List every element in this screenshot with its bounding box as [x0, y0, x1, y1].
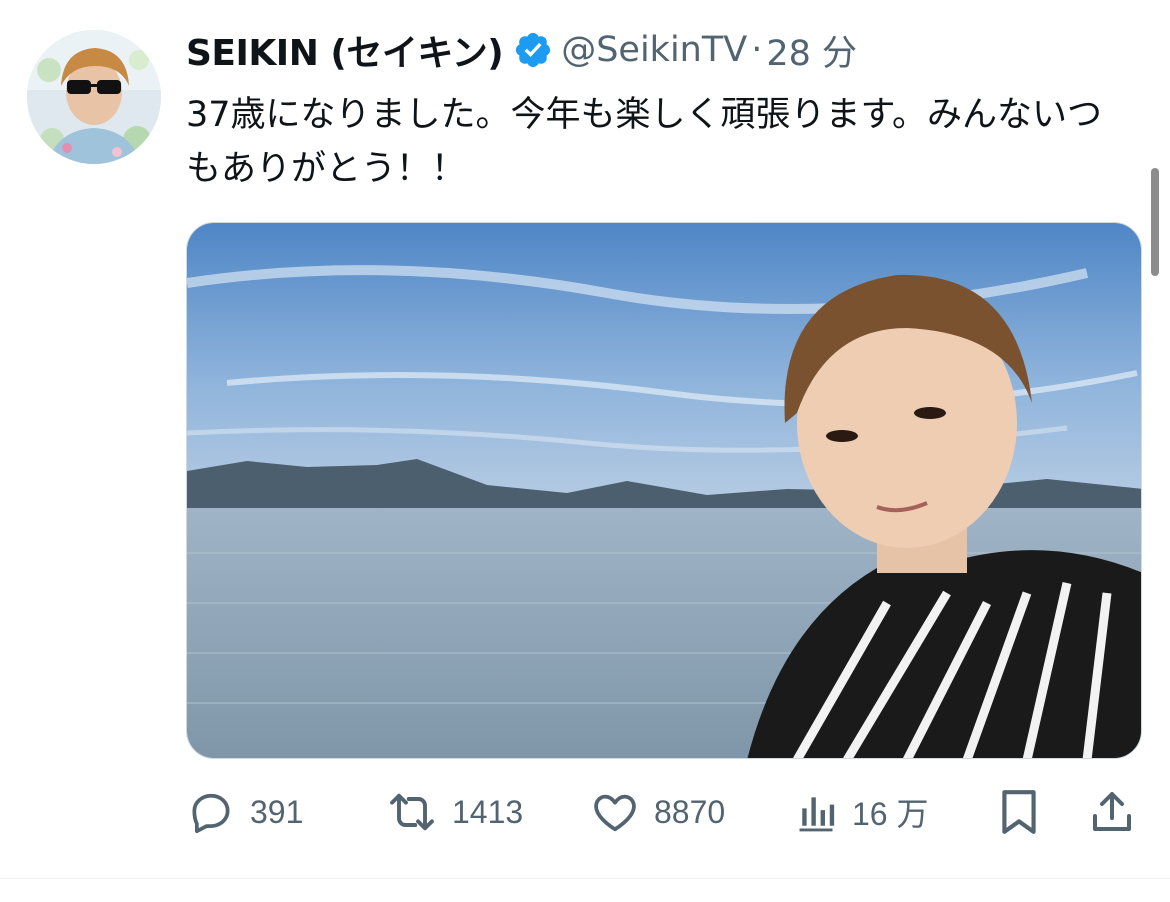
photo-image	[187, 223, 1141, 758]
separator-dot: ·	[751, 30, 763, 70]
tweet-text: 37歳になりました。今年も楽しく頑張ります。みんないつもありがとう！！	[186, 95, 1103, 189]
handle[interactable]: @SeikinTV	[561, 30, 747, 70]
reply-button[interactable]: 391	[186, 783, 303, 841]
reply-count: 391	[250, 793, 304, 830]
reply-icon	[192, 793, 230, 834]
avatar-image	[27, 30, 161, 164]
tweet-photo[interactable]	[186, 222, 1142, 759]
like-count: 8870	[654, 793, 726, 830]
like-button[interactable]: 8870	[590, 783, 725, 841]
share-button[interactable]	[1088, 783, 1136, 841]
tweet-header: SEIKIN (セイキン) @SeikinTV · 28 分	[186, 22, 857, 78]
views-count: 16 万	[852, 796, 929, 832]
heart-icon	[594, 794, 636, 832]
verified-badge-icon	[516, 32, 551, 68]
retweet-icon	[390, 793, 434, 831]
timestamp[interactable]: 28 分	[766, 25, 857, 76]
bookmark-icon	[1002, 790, 1036, 834]
share-icon	[1093, 792, 1131, 831]
scrollbar[interactable]	[1151, 168, 1159, 276]
retweet-count: 1413	[452, 793, 524, 830]
views-button[interactable]: 16 万	[794, 783, 929, 841]
retweet-button[interactable]: 1413	[386, 783, 523, 841]
views-chart-icon	[799, 797, 835, 832]
avatar[interactable]	[27, 30, 161, 164]
display-name[interactable]: SEIKIN (セイキン)	[186, 24, 504, 76]
divider	[0, 878, 1170, 879]
bookmark-button[interactable]	[997, 783, 1041, 841]
